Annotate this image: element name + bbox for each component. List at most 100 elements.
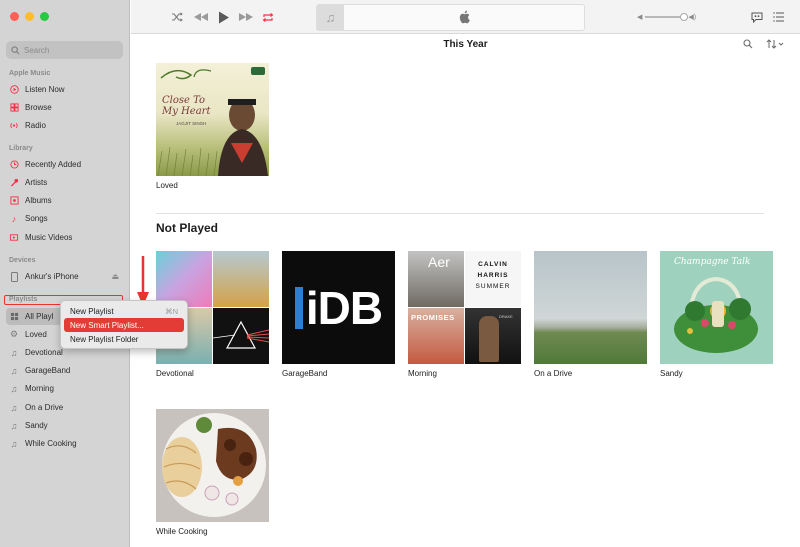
sidebar: Search Apple Music Listen Now Browse Rad…	[0, 0, 130, 547]
album-cover[interactable]: Close To My Heart JAGJIT SINGH	[156, 63, 269, 176]
album-cover[interactable]	[534, 251, 647, 364]
album-label[interactable]: Devotional	[156, 369, 269, 378]
volume-low-icon: ◀	[637, 14, 643, 21]
sidebar-item-label: Browse	[25, 103, 52, 112]
sidebar-item-label: Songs	[25, 214, 48, 223]
album-label[interactable]: Sandy	[660, 369, 773, 378]
queue-button[interactable]	[773, 10, 785, 24]
search-icon[interactable]	[743, 39, 753, 52]
search-placeholder: Search	[24, 45, 50, 55]
list-icon	[773, 12, 784, 22]
apple-logo-icon	[459, 10, 470, 24]
section-title-not-played: Not Played	[156, 221, 219, 235]
next-button[interactable]	[238, 10, 254, 24]
section-divider	[156, 213, 764, 214]
playlist-note-icon: ♫	[10, 347, 18, 358]
menu-item-new-playlist[interactable]: New Playlist ⌘N	[64, 304, 184, 318]
play-circle-icon	[9, 85, 19, 95]
album-label[interactable]: GarageBand	[282, 369, 395, 378]
music-window: Search Apple Music Listen Now Browse Rad…	[0, 0, 800, 547]
page-title: This Year	[443, 39, 488, 50]
rewind-icon	[194, 13, 208, 21]
menu-item-new-smart-playlist[interactable]: New Smart Playlist...	[64, 318, 184, 332]
sidebar-item-morning[interactable]: ♫ Morning	[9, 381, 123, 396]
search-icon	[11, 45, 20, 54]
sidebar-item-while-cooking[interactable]: ♫ While Cooking	[9, 436, 123, 451]
sidebar-item-songs[interactable]: ♪ Songs	[9, 211, 123, 226]
zoom-window-button[interactable]	[40, 12, 49, 21]
playlist-note-icon: ♫	[10, 383, 18, 394]
lyrics-button[interactable]	[751, 10, 763, 24]
sidebar-item-radio[interactable]: Radio	[9, 118, 123, 133]
sidebar-item-label: All Playlists	[25, 312, 53, 321]
close-window-button[interactable]	[10, 12, 19, 21]
album-cover[interactable]: iDB	[282, 251, 395, 364]
menu-item-label: New Playlist	[70, 306, 114, 316]
album-sandy[interactable]: Champagne Talk Sandy	[660, 251, 773, 378]
cover-text-promises: PROMISES	[411, 313, 455, 322]
album-label[interactable]: While Cooking	[156, 527, 269, 536]
sidebar-item-browse[interactable]: Browse	[9, 100, 123, 115]
sidebar-item-label: Artists	[25, 178, 48, 187]
album-morning[interactable]: Aer CALVIN HARRIS SUMMER PROMISES DRAKE …	[408, 251, 521, 378]
cover-text-calvin: CALVIN	[478, 261, 508, 268]
mic-icon	[9, 178, 19, 188]
album-garageband[interactable]: iDB GarageBand	[282, 251, 395, 378]
sidebar-item-label: Morning	[25, 384, 54, 393]
repeat-button[interactable]	[262, 10, 274, 24]
shuffle-icon	[172, 12, 183, 22]
album-cover[interactable]: Aer CALVIN HARRIS SUMMER PROMISES DRAKE	[408, 251, 521, 364]
sidebar-item-artists[interactable]: Artists	[9, 175, 123, 190]
sidebar-item-albums[interactable]: Albums	[9, 193, 123, 208]
note-icon: ♪	[11, 213, 17, 224]
sidebar-item-label: Recently Added	[25, 160, 82, 169]
sidebar-item-on-a-drive[interactable]: ♫ On a Drive	[9, 400, 123, 415]
album-cover[interactable]	[156, 409, 269, 522]
album-label[interactable]: On a Drive	[534, 369, 647, 378]
playlist-gear-icon: ⚙	[9, 329, 19, 339]
lyrics-icon	[751, 12, 763, 23]
volume-control[interactable]: ◀ ◀)	[637, 11, 703, 23]
section-library: Library	[9, 145, 33, 152]
section-apple-music: Apple Music	[9, 70, 51, 77]
sidebar-item-label: Sandy	[25, 421, 48, 430]
volume-slider[interactable]	[645, 13, 689, 21]
cover-artist: JAGJIT SINGH	[176, 121, 207, 126]
sort-icon[interactable]	[766, 39, 784, 52]
sidebar-item-label: Ankur's iPhone	[25, 272, 79, 281]
sidebar-item-listen-now[interactable]: Listen Now	[9, 82, 123, 97]
iphone-icon	[9, 271, 19, 282]
sidebar-item-label: Devotional	[25, 348, 63, 357]
playlist-note-icon: ♫	[10, 402, 18, 413]
repeat-icon	[262, 12, 274, 22]
shuffle-button[interactable]	[171, 10, 183, 24]
main-content: This Year Close To My Heart JAGJIT SINGH…	[131, 35, 800, 547]
album-on-a-drive[interactable]: On a Drive	[534, 251, 647, 378]
sidebar-item-recently-added[interactable]: Recently Added	[9, 157, 123, 172]
album-cover[interactable]: Champagne Talk	[660, 251, 773, 364]
cover-text: Champagne Talk	[674, 257, 751, 267]
now-playing-display[interactable]: ♫	[316, 4, 585, 31]
album-label[interactable]: Loved	[156, 181, 269, 190]
album-label[interactable]: Morning	[408, 369, 521, 378]
sidebar-item-label: GarageBand	[25, 366, 71, 375]
menu-item-label: New Smart Playlist...	[70, 320, 144, 330]
eject-icon[interactable]: ⏏	[111, 272, 119, 281]
search-input[interactable]: Search	[6, 41, 123, 59]
context-menu: New Playlist ⌘N New Smart Playlist... Ne…	[60, 300, 188, 349]
sidebar-item-garageband[interactable]: ♫ GarageBand	[9, 363, 123, 378]
cover-text-summer: SUMMER	[475, 283, 511, 290]
album-while-cooking[interactable]: While Cooking	[156, 409, 269, 536]
cover-text-drake: DRAKE	[499, 314, 513, 319]
play-button[interactable]	[218, 10, 230, 24]
volume-knob[interactable]	[680, 13, 689, 21]
minimize-window-button[interactable]	[25, 12, 34, 21]
window-controls	[10, 12, 49, 21]
sidebar-item-music-videos[interactable]: Music Videos	[9, 230, 123, 245]
album-loved[interactable]: Close To My Heart JAGJIT SINGH Loved	[156, 63, 269, 190]
menu-item-new-playlist-folder[interactable]: New Playlist Folder	[64, 332, 184, 346]
sidebar-item-device[interactable]: Ankur's iPhone ⏏	[9, 269, 123, 284]
sidebar-item-label: Listen Now	[25, 85, 65, 94]
sidebar-item-sandy[interactable]: ♫ Sandy	[9, 418, 123, 433]
previous-button[interactable]	[193, 10, 209, 24]
